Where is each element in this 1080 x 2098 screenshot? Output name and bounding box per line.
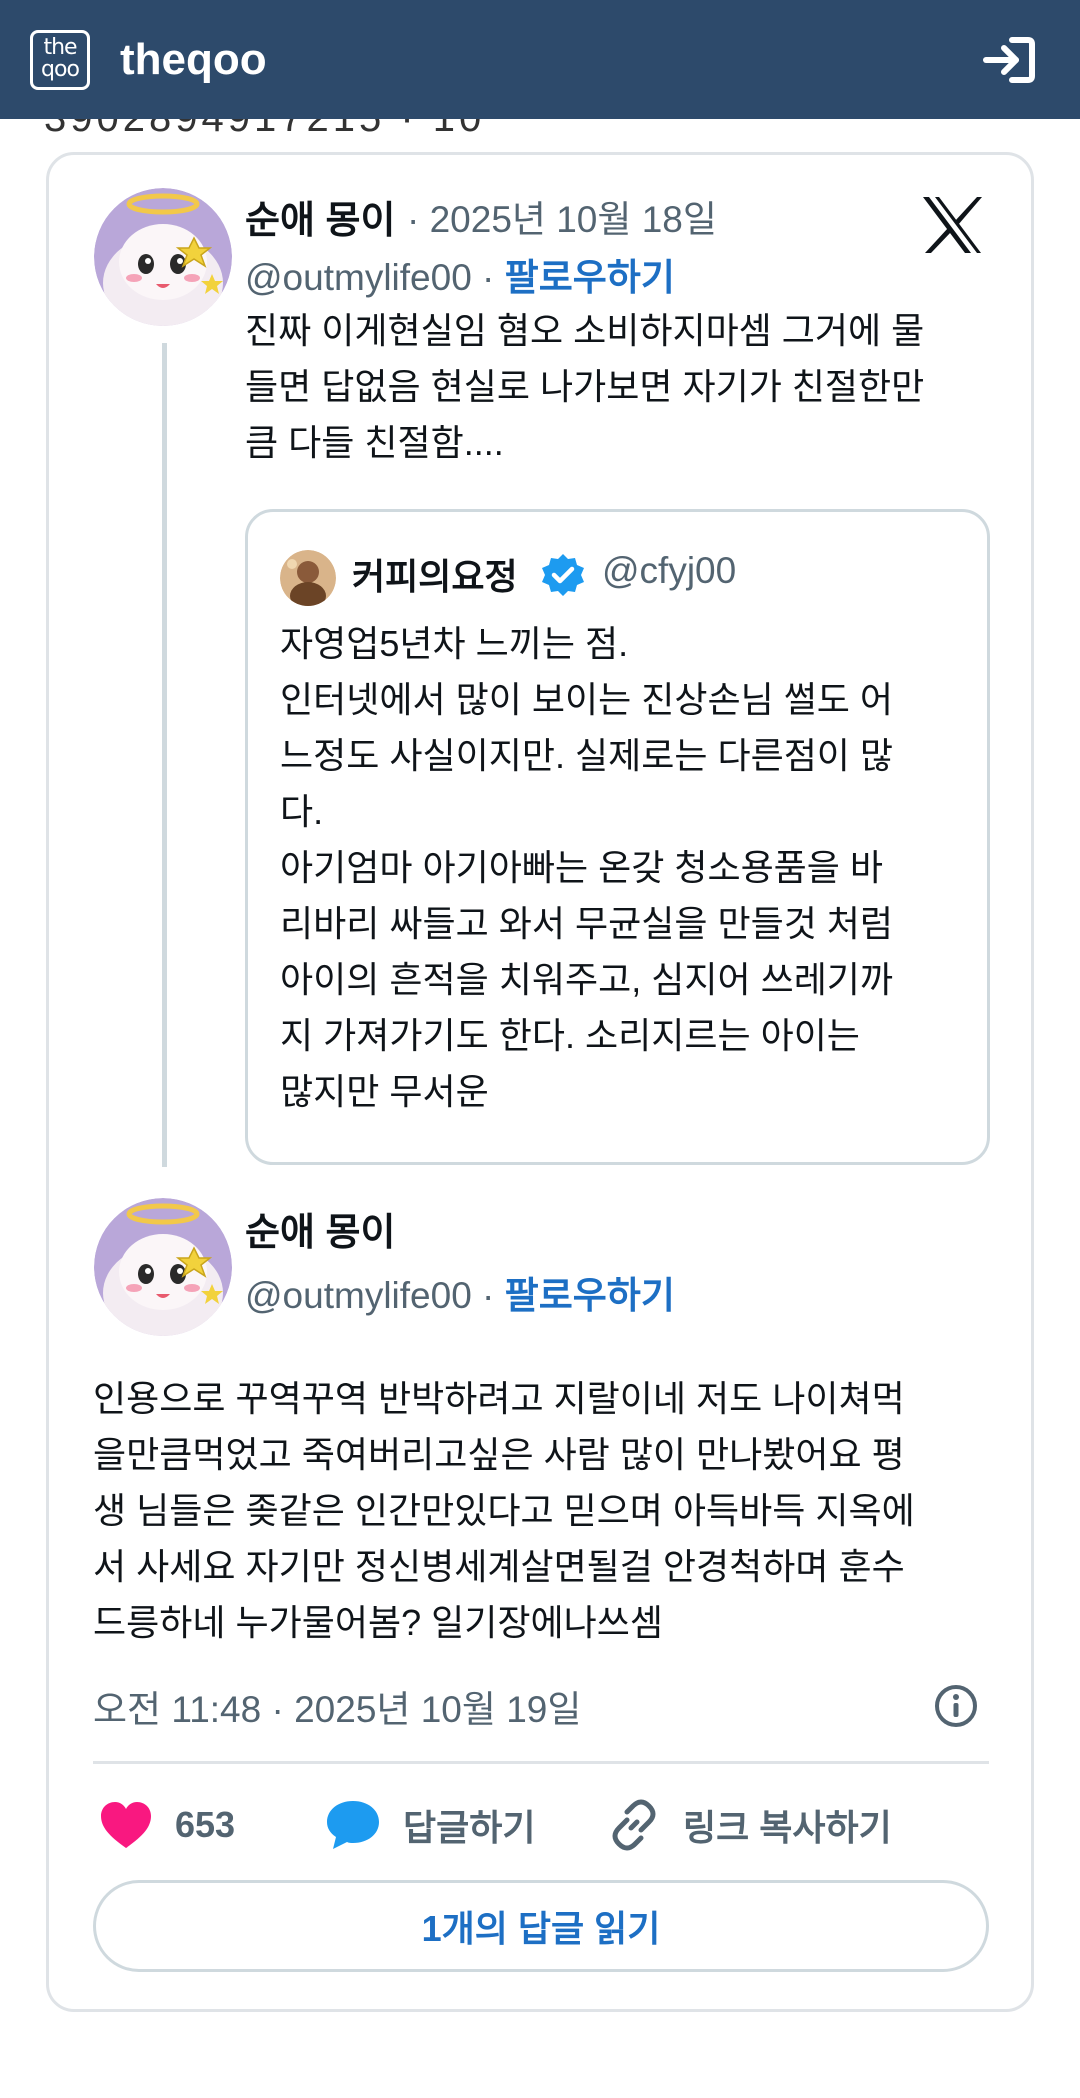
tweet-text-line: 큼 다들 친절함.... — [245, 422, 504, 463]
handle-separator: · — [471, 257, 505, 298]
quoted-tweet-text: 자영업5년차 느끼는 점. 인터넷에서 많이 보이는 진상손님 썰도 어 느정도… — [280, 623, 894, 1112]
link-icon — [612, 1799, 656, 1851]
x-logo-icon[interactable] — [921, 195, 983, 255]
login-icon[interactable] — [982, 36, 1036, 84]
like-button[interactable]: 653 — [99, 1795, 235, 1855]
follow-button[interactable]: 팔로우하기 — [505, 257, 675, 298]
avatar[interactable] — [94, 188, 232, 326]
tweet-date[interactable]: · 2025년 10월 18일 — [407, 189, 717, 243]
copy-link-label: 링크 복사하기 — [683, 1807, 892, 1848]
read-replies-button[interactable]: 1개의 답글 읽기 — [93, 1880, 989, 1972]
quoted-author-handle[interactable]: @cfyj00 — [602, 550, 736, 592]
tweet-text: 진짜 이게현실임 혐오 소비하지마셈 그거에 물 들면 답없음 현실로 나가보면… — [245, 303, 1005, 471]
tweet-text-line: 들면 답없음 현실로 나가보면 자기가 친절한만 — [245, 366, 925, 407]
author-handle[interactable]: @outmylife00 — [245, 257, 472, 298]
verified-badge-icon — [542, 554, 584, 596]
reply-text: 인용으로 꾸역꾸역 반박하려고 지랄이네 저도 나이쳐먹 을만큼먹었고 죽여버리… — [93, 1371, 1013, 1651]
quoted-author-name[interactable]: 커피의요정 — [352, 548, 518, 600]
copy-link-button[interactable]: 링크 복사하기 — [607, 1795, 892, 1855]
like-count: 653 — [175, 1804, 236, 1845]
reply-author-handle[interactable]: @outmylife00 — [245, 1275, 472, 1316]
reply-timestamp[interactable]: 오전 11:48 · 2025년 10월 19일 — [93, 1679, 581, 1733]
avatar[interactable] — [94, 1198, 232, 1336]
site-logo[interactable]: the qoo — [30, 30, 90, 90]
reply-text-line: 인용으로 꾸역꾸역 반박하려고 지랄이네 저도 나이쳐먹 — [93, 1378, 905, 1419]
quoted-avatar[interactable] — [280, 550, 336, 606]
quoted-tweet[interactable]: 커피의요정 @cfyj00 자영업5년차 느끼는 점. 인터넷에서 많이 보이는… — [245, 509, 990, 1165]
tweet-text-line: 진짜 이게현실임 혐오 소비하지마셈 그거에 물 — [245, 310, 925, 351]
author-handle-row: @outmylife00 · 팔로우하기 — [245, 247, 675, 301]
reply-text-line: 드릉하네 누가물어봄? 일기장에나쓰셈 — [93, 1602, 663, 1643]
heart-icon — [101, 1802, 151, 1848]
logo-line-1: the — [43, 35, 77, 60]
divider — [93, 1761, 989, 1764]
reply-text-line: 생 님들은 좆같은 인간만있다고 믿으며 아득바득 지옥에 — [93, 1490, 915, 1531]
reply-author-name[interactable]: 순애 몽이 — [245, 1201, 395, 1256]
logo-line-2: qoo — [41, 57, 80, 82]
reply-label: 답글하기 — [403, 1807, 536, 1848]
reply-button[interactable]: 답글하기 — [325, 1795, 535, 1855]
site-header: the qoo theqoo — [0, 0, 1080, 119]
info-icon[interactable] — [933, 1683, 979, 1729]
reply-follow-button[interactable]: 팔로우하기 — [505, 1275, 675, 1316]
author-name[interactable]: 순애 몽이 — [245, 189, 395, 244]
reply-bubble-icon — [327, 1801, 379, 1849]
thread-line — [162, 343, 167, 1167]
reply-text-line: 을만큼먹었고 죽여버리고싶은 사람 많이 만나봤어요 평 — [93, 1434, 905, 1475]
embedded-tweet-card[interactable]: 순애 몽이 · 2025년 10월 18일 @outmylife00 · 팔로우… — [46, 152, 1034, 2012]
site-name[interactable]: theqoo — [120, 30, 267, 90]
reply-text-line: 서 사세요 자기만 정신병세계살면될걸 안경척하며 훈수 — [93, 1546, 905, 1587]
reply-handle-row: @outmylife00 · 팔로우하기 — [245, 1265, 675, 1319]
handle-separator: · — [471, 1275, 505, 1316]
